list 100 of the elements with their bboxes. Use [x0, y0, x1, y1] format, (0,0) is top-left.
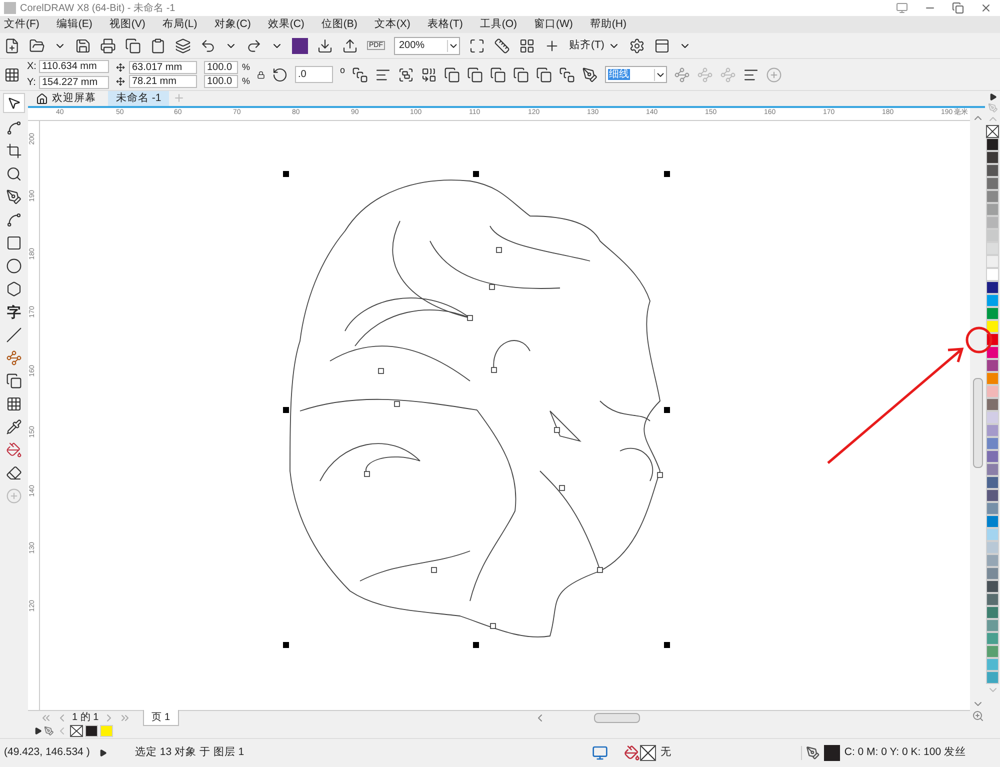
selection-handle[interactable] — [283, 407, 289, 413]
x-position-field[interactable]: 110.634 mm — [39, 60, 109, 73]
color-swatch[interactable] — [986, 281, 999, 294]
menu-item[interactable]: 布局(L) — [162, 16, 198, 32]
node-marker[interactable] — [559, 485, 565, 491]
snap-dropdown[interactable]: 贴齐(T) — [569, 38, 620, 54]
outline-pen-icon[interactable] — [582, 66, 598, 82]
connector-tool-icon[interactable] — [6, 350, 22, 366]
color-swatch[interactable] — [986, 554, 999, 567]
paste-icon[interactable] — [150, 38, 166, 54]
color-swatch[interactable] — [986, 502, 999, 515]
scale-x-field[interactable]: 100.0 — [204, 60, 238, 74]
undo-icon[interactable] — [200, 38, 216, 54]
scale-y-field[interactable]: 100.0 — [204, 75, 238, 88]
settings-icon[interactable] — [629, 38, 646, 54]
color-swatch[interactable] — [986, 398, 999, 411]
display-icon[interactable] — [592, 745, 608, 761]
no-color-swatch[interactable] — [640, 745, 656, 761]
color-swatch[interactable] — [986, 476, 999, 489]
smart-fill-tool-icon[interactable] — [6, 465, 22, 481]
combine-icon[interactable] — [398, 66, 414, 82]
back-minus-front-icon[interactable] — [536, 66, 552, 82]
curve-tool-icon[interactable] — [6, 212, 22, 228]
y-position-field[interactable]: 154.227 mm — [39, 76, 109, 89]
node-marker[interactable] — [490, 623, 496, 629]
menu-item[interactable]: 表格(T) — [427, 16, 463, 32]
drop-shadow-tool-icon[interactable] — [6, 373, 22, 389]
color-swatch[interactable] — [986, 151, 999, 164]
crop-tool-icon[interactable] — [6, 143, 22, 159]
transparency-tool-icon[interactable] — [6, 396, 22, 412]
node-marker[interactable] — [431, 567, 437, 573]
save-icon[interactable] — [75, 38, 91, 54]
outline-pen-icon[interactable] — [801, 746, 820, 760]
color-swatch[interactable] — [986, 203, 999, 216]
freehand-tool-icon[interactable] — [6, 189, 22, 205]
selection-handle[interactable] — [283, 171, 289, 177]
expand-icon[interactable] — [99, 749, 107, 757]
front-minus-back-icon[interactable] — [513, 66, 530, 82]
menu-item[interactable]: 窗口(W) — [534, 16, 573, 32]
color-swatch[interactable] — [986, 580, 999, 593]
color-swatch[interactable] — [986, 320, 999, 333]
vertical-scrollbar-thumb[interactable] — [972, 378, 982, 468]
paste-layers-icon[interactable] — [175, 38, 191, 54]
color-swatch[interactable] — [986, 528, 999, 541]
new-document-icon[interactable] — [4, 38, 20, 54]
color-swatch[interactable] — [986, 450, 999, 463]
color-swatch[interactable] — [100, 725, 113, 737]
height-field[interactable]: 78.21 mm — [129, 75, 197, 88]
document-tab[interactable]: 未命名 -1 — [108, 91, 170, 106]
color-swatch[interactable] — [986, 216, 999, 229]
menu-item[interactable]: 文本(X) — [374, 16, 410, 32]
rotate-icon[interactable] — [272, 66, 288, 82]
node-marker[interactable] — [394, 401, 400, 407]
object-origin-icon[interactable] — [4, 66, 20, 82]
application-launcher-icon[interactable] — [654, 38, 670, 54]
shape-tool-icon[interactable] — [6, 120, 22, 136]
color-swatch[interactable] — [986, 606, 999, 619]
open-folder-icon[interactable] — [29, 38, 45, 54]
color-swatch[interactable] — [986, 567, 999, 580]
simplify-icon[interactable] — [490, 66, 506, 82]
color-swatch[interactable] — [986, 437, 999, 450]
weld-icon[interactable] — [421, 66, 438, 82]
menu-item[interactable]: 效果(C) — [268, 16, 304, 32]
print-icon[interactable] — [100, 38, 116, 54]
color-swatch[interactable] — [986, 489, 999, 502]
pen-icon[interactable] — [44, 726, 54, 736]
menu-item[interactable]: 编辑(E) — [56, 16, 92, 32]
node-marker[interactable] — [554, 427, 560, 433]
width-field[interactable]: 63.017 mm — [129, 61, 197, 74]
color-swatch[interactable] — [986, 593, 999, 606]
polygon-tool-icon[interactable] — [6, 281, 22, 297]
color-swatch[interactable] — [85, 725, 98, 737]
import-icon[interactable] — [317, 38, 333, 54]
node-marker[interactable] — [489, 284, 495, 290]
color-swatch[interactable] — [986, 385, 999, 398]
color-swatch[interactable] — [986, 658, 999, 671]
color-swatch[interactable] — [986, 346, 999, 359]
color-swatch[interactable] — [986, 645, 999, 658]
color-swatch[interactable] — [986, 515, 999, 528]
trim-icon[interactable] — [444, 66, 460, 82]
color-swatch[interactable] — [986, 255, 999, 268]
menu-item[interactable]: 视图(V) — [109, 16, 146, 32]
menu-item[interactable]: 文件(F) — [4, 16, 40, 32]
color-swatch[interactable] — [986, 229, 999, 242]
rulers-icon[interactable] — [494, 38, 510, 54]
grid-icon[interactable] — [519, 38, 535, 54]
color-swatch[interactable] — [986, 541, 999, 554]
node-marker[interactable] — [597, 567, 603, 573]
color-swatch[interactable] — [986, 359, 999, 372]
color-swatch[interactable] — [986, 632, 999, 645]
color-swatch[interactable] — [986, 177, 999, 190]
color-swatch[interactable] — [986, 307, 999, 320]
node-marker[interactable] — [657, 472, 663, 478]
rectangle-tool-icon[interactable] — [6, 235, 22, 251]
export-icon[interactable] — [342, 38, 358, 54]
dimension-tool-icon[interactable] — [6, 327, 22, 343]
node-marker[interactable] — [364, 471, 370, 477]
menu-item[interactable]: 对象(C) — [214, 16, 251, 32]
no-color-swatch[interactable] — [986, 125, 999, 138]
boundary-icon[interactable] — [559, 66, 576, 82]
